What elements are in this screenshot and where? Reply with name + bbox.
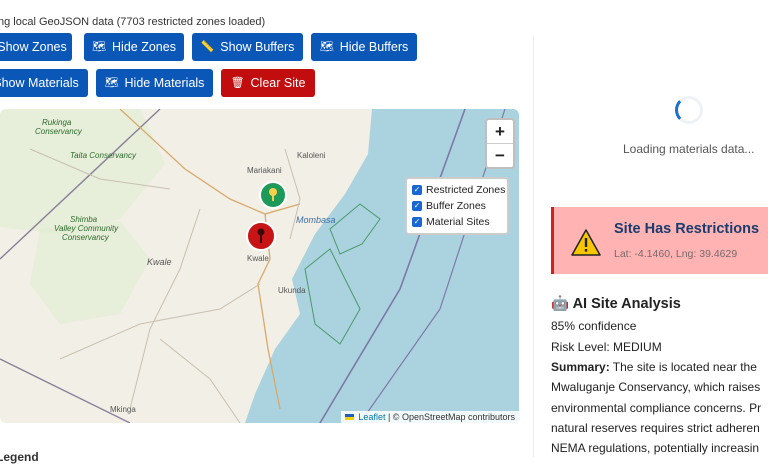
hide-zones-button[interactable]: 🗺 Hide Zones	[84, 33, 184, 61]
map-view[interactable]: Rukinga Conservancy Taita Conservancy Ka…	[0, 109, 519, 423]
ai-analysis-heading: 🤖 AI Site Analysis	[551, 295, 681, 312]
ai-risk-level: Risk Level: MEDIUM	[551, 340, 662, 354]
layer-label: Restricted Zones	[426, 184, 506, 196]
map-label-mariakani: Mariakani	[247, 166, 282, 175]
map-attribution: Leaflet | © OpenStreetMap contributors	[340, 411, 519, 423]
zoom-in-button[interactable]: +	[487, 120, 513, 144]
layer-restricted-zones[interactable]: ✓ Restricted Zones	[412, 182, 507, 198]
flag-icon	[344, 414, 354, 420]
layer-material-sites[interactable]: ✓ Material Sites	[412, 214, 507, 230]
layer-label: Material Sites	[426, 216, 490, 228]
map-label-shimba-3: Conservancy	[62, 233, 109, 242]
alert-title: Site Has Restrictions	[614, 221, 760, 237]
ai-confidence: 85% confidence	[551, 319, 637, 333]
map-label-mombasa: Mombasa	[296, 215, 336, 225]
robot-icon: 🤖	[551, 296, 570, 312]
map-icon: 🗺	[104, 76, 119, 89]
clear-site-button[interactable]: 🗑 Clear Site	[221, 69, 315, 97]
clear-site-label: Clear Site	[250, 76, 306, 90]
warning-icon	[571, 229, 601, 256]
materials-loading-text: Loading materials data...	[623, 142, 755, 156]
checkbox-checked-icon[interactable]: ✓	[412, 201, 422, 211]
alert-coordinates: Lat: -4.1460, Lng: 39.4629	[614, 248, 738, 260]
zoom-out-button[interactable]: −	[487, 144, 513, 167]
site-location-marker	[246, 221, 276, 251]
map-label-conservancy: Conservancy	[35, 127, 82, 136]
map-label-kaloleni: Kaloleni	[297, 151, 326, 160]
summary-label: Summary:	[551, 360, 610, 374]
show-buffers-label: Show Buffers	[220, 40, 295, 54]
ai-summary-line-1: Summary: The site is located near the	[551, 360, 757, 374]
layer-label: Buffer Zones	[426, 200, 486, 212]
map-label-mkinga: Mkinga	[110, 405, 136, 414]
layer-buffer-zones[interactable]: ✓ Buffer Zones	[412, 198, 507, 214]
hide-zones-label: Hide Zones	[112, 40, 176, 54]
summary-text: The site is located near the	[609, 360, 757, 374]
ai-summary-line-4: natural reserves requires strict adheren	[551, 421, 760, 435]
map-label-shimba-1: Shimba	[70, 215, 98, 224]
zoom-control: + −	[485, 118, 515, 169]
hide-buffers-button[interactable]: 🗺 Hide Buffers	[311, 33, 417, 61]
ai-summary-line-2: Mwaluganje Conservancy, which raises	[551, 380, 761, 394]
loading-spinner-icon	[675, 96, 703, 124]
attribution-text: | © OpenStreetMap contributors	[387, 412, 515, 422]
ai-summary-line-5: NEMA regulations, potentially increasin	[551, 441, 760, 455]
ruler-icon: 📏	[200, 40, 215, 53]
panel-divider	[533, 36, 534, 457]
legend-title: Legend	[0, 450, 39, 464]
site-restriction-alert: Site Has Restrictions Lat: -4.1460, Lng:…	[551, 207, 768, 274]
map-label-rukinga: Rukinga	[42, 118, 72, 127]
show-zones-label: Show Zones	[0, 40, 67, 54]
data-status-text: ng local GeoJSON data (7703 restricted z…	[0, 16, 266, 28]
show-zones-button[interactable]: Show Zones	[0, 33, 72, 61]
hide-materials-button[interactable]: 🗺 Hide Materials	[96, 69, 213, 97]
map-icon: 🗺	[319, 40, 334, 53]
checkbox-checked-icon[interactable]: ✓	[412, 185, 422, 195]
ai-analysis-title: AI Site Analysis	[572, 296, 681, 312]
map-label-kwale-region: Kwale	[147, 257, 172, 267]
map-label-shimba-2: Valley Community	[54, 224, 119, 233]
show-buffers-button[interactable]: 📏 Show Buffers	[192, 33, 303, 61]
layer-control: ✓ Restricted Zones ✓ Buffer Zones ✓ Mate…	[405, 177, 509, 235]
map-label-kwale-town: Kwale	[247, 254, 269, 263]
ai-summary-line-3: environmental compliance concerns. Pr	[551, 401, 762, 415]
leaflet-link[interactable]: Leaflet	[358, 412, 385, 422]
show-materials-button[interactable]: Show Materials	[0, 69, 88, 97]
hide-materials-label: Hide Materials	[124, 76, 205, 90]
map-label-ukunda: Ukunda	[278, 286, 306, 295]
hide-buffers-label: Hide Buffers	[339, 40, 409, 54]
trash-icon: 🗑	[230, 76, 245, 89]
map-icon: 🗺	[92, 40, 107, 53]
show-materials-label: Show Materials	[0, 76, 79, 90]
checkbox-checked-icon[interactable]: ✓	[412, 217, 422, 227]
map-label-taita: Taita Conservancy	[70, 151, 136, 160]
material-site-marker	[259, 181, 287, 209]
